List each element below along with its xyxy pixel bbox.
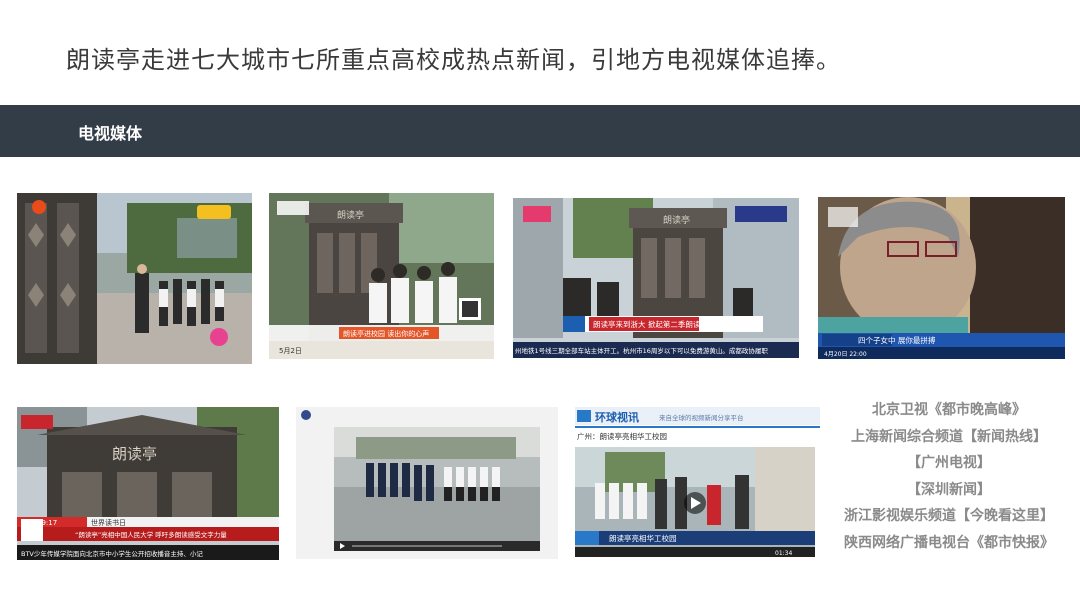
news-screenshot-3: 朗读亭 朗读亭来到浙大 掀起第二季朗读潮 州地铁1号线三期全部车站主体开工。杭州… [513,198,799,358]
headline-text: 朗读亭亮相华工校园 [609,533,677,543]
headline-text: “朗读亭”亮相中国人民大学 呼吁多朗读感受文字力量 [75,530,227,539]
time-label: 4月20日 22:00 [824,351,867,358]
news-screenshot-6 [296,407,558,559]
news-screenshot-1 [17,193,252,364]
media-item: 浙江影视娱乐频道【今晚看这里】 [844,508,1054,525]
news-screenshot-4: 四个子女中 展你最拼搏 4月20日 22:00 [818,197,1065,359]
section-band: 电视媒体 [0,105,1080,157]
time-label: 01:34 [775,550,792,557]
media-item: 上海新闻综合频道【新闻热线】 [851,428,1047,445]
headline-text: 四个子女中 展你最拼搏 [858,335,936,345]
headline-text: 朗读亭来到浙大 掀起第二季朗读潮 [593,319,708,329]
slogan-label: 来自全球的视频新闻分享平台 [659,413,744,422]
media-item: 陕西网络广播电视台《都市快报》 [844,534,1054,551]
page-title: 朗读亭走进七大城市七所重点高校成热点新闻，引地方电视媒体追捧。 [66,46,841,74]
news-screenshot-5: 朗读亭 19:17 世界读书日 “朗读亭”亮相中国人民大学 呼吁多朗读感受文字力… [17,407,279,560]
sub-label: 世界读书日 [91,518,126,527]
brand-label: 环球视讯 [595,410,639,424]
media-item: 【广州电视】 [907,455,991,472]
section-label: 电视媒体 [78,124,143,143]
media-list: 北京卫视《都市晚高峰》 上海新闻综合频道【新闻热线】 【广州电视】 【深圳新闻】… [836,397,1062,557]
media-item: 北京卫视《都市晚高峰》 [872,402,1026,418]
ticker-text: 朗读亭进校园 读出你的心声 [343,329,429,338]
date-label: 5月2日 [279,347,302,355]
location-label: 广州：朗读亭亮相华工校园 [577,431,667,441]
ticker-text: 州地铁1号线三期全部车站主体开工。杭州市16周岁以下可以免费游黄山。成都政协履职 [515,346,768,355]
news-screenshot-2: 朗读亭 朗读亭进校园 读出你的心声 5月2日 [269,193,494,359]
kiosk-sign: 朗读亭 [663,214,690,226]
ticker-text: BTV少年传媒学院面向北京市中小学生公开招收播音主持、小记 [21,549,203,558]
kiosk-sign: 朗读亭 [112,445,157,463]
media-item: 【深圳新闻】 [907,481,991,498]
kiosk-sign: 朗读亭 [337,209,364,221]
news-screenshot-7: 环球视讯 来自全球的视频新闻分享平台 广州：朗读亭亮相华工校园 朗读亭亮相华工校… [575,407,820,561]
